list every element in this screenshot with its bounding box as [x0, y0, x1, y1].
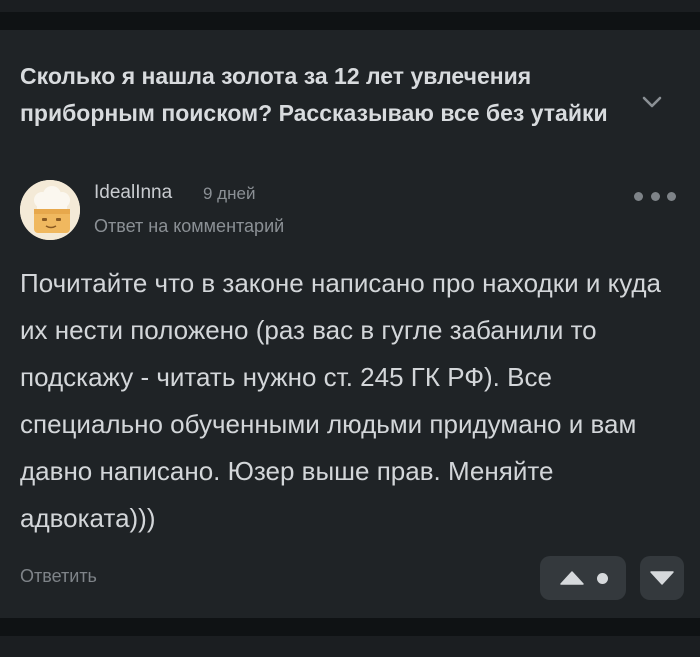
- avatar[interactable]: [20, 180, 80, 240]
- more-dots-icon: [650, 191, 660, 201]
- comment-text: Почитайте что в законе написано про нахо…: [20, 268, 662, 533]
- triangle-up-icon: [559, 571, 584, 585]
- reply-to-link[interactable]: Ответ на комментарий: [94, 216, 284, 237]
- post-title[interactable]: Сколько я нашла золота за 12 лет увлечен…: [20, 58, 620, 132]
- upvote-button[interactable]: [540, 556, 626, 600]
- more-dots-icon: [634, 191, 643, 201]
- more-options-button[interactable]: [634, 188, 676, 204]
- reply-button[interactable]: Ответить: [20, 566, 97, 587]
- triangle-down-icon: [650, 571, 674, 585]
- expand-button[interactable]: [638, 90, 666, 114]
- comment-card: Сколько я нашла золота за 12 лет увлечен…: [0, 30, 700, 618]
- chef-avatar-icon: [20, 180, 80, 240]
- score-indicator: [596, 572, 608, 584]
- comment-time: 9 дней: [203, 184, 256, 203]
- bottom-bar: [0, 636, 700, 657]
- more-dots-icon: [667, 191, 676, 201]
- downvote-button[interactable]: [640, 556, 684, 600]
- top-bar: [0, 0, 700, 12]
- author-name[interactable]: IdealInna: [94, 182, 172, 204]
- chevron-down-icon: [642, 96, 662, 108]
